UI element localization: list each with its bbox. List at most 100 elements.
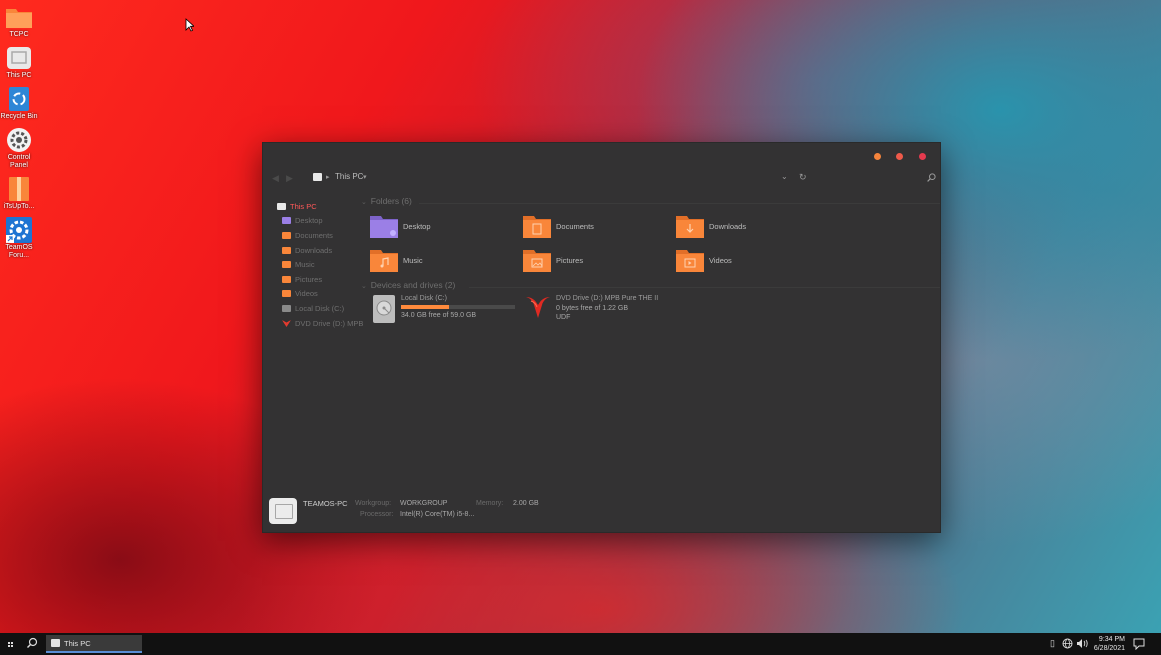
dvd-drive-icon	[282, 319, 291, 327]
desktop-icon-tcpc[interactable]: TCPC	[0, 4, 38, 39]
sidebar-item-label: DVD Drive (D:) MPB	[295, 318, 364, 328]
computer-name: TEAMOS-PC	[303, 499, 348, 508]
search-icon[interactable]	[927, 173, 936, 182]
desktop-icon-recycle-bin[interactable]: Recycle Bin	[0, 86, 38, 121]
folder-label: Pictures	[556, 255, 584, 265]
dvd-drive-icon	[526, 297, 550, 318]
downloads-folder-icon	[282, 246, 291, 254]
desktop-icon-label: Control Panel	[7, 154, 31, 169]
maximize-button[interactable]	[896, 153, 903, 160]
desktop-icon-control-panel[interactable]: Control Panel	[0, 127, 38, 170]
sidebar-item-label: Local Disk (C:)	[295, 303, 345, 313]
usb-icon[interactable]: ▯	[1050, 638, 1055, 649]
processor-label: Processor:	[360, 511, 394, 518]
folder-pictures[interactable]: Pictures	[522, 246, 672, 274]
divider	[469, 287, 940, 288]
folder-label: Documents	[556, 221, 594, 231]
videos-folder-icon	[676, 250, 704, 272]
sidebar-item-desktop[interactable]: Desktop	[277, 214, 367, 229]
chevron-down-icon: ⌄	[361, 283, 371, 290]
desktop-folder-icon	[282, 217, 291, 225]
desktop-icon-this-pc[interactable]: This PC	[0, 45, 38, 80]
clock-time: 9:34 PM	[1098, 636, 1125, 643]
pc-icon	[5, 45, 33, 71]
back-arrow-icon[interactable]: ◀	[272, 173, 279, 184]
settings-shortcut-icon	[5, 217, 33, 243]
sidebar-item-label: This PC	[290, 201, 317, 211]
sidebar-item-label: Desktop	[295, 216, 323, 226]
drives-header-label: Devices and drives (2)	[370, 280, 456, 290]
folder-videos[interactable]: Videos	[675, 246, 825, 274]
folder-documents[interactable]: Documents	[522, 212, 672, 240]
sidebar-item-label: Pictures	[295, 274, 323, 284]
sidebar-item-local-disk[interactable]: Local Disk (C:)	[277, 301, 367, 316]
close-button[interactable]	[919, 153, 926, 160]
taskbar: This PC ▯ 9:34 PM 6/28/2021	[0, 633, 1161, 655]
memory-value: 2.00 GB	[513, 500, 539, 507]
drive-free-space: 34.0 GB free of 59.0 GB	[401, 311, 477, 319]
desktop-icon-label: TCPC	[9, 31, 29, 38]
desktop-icon-teamos-forum[interactable]: TeamOS Foru...	[0, 217, 38, 260]
mouse-pointer-icon	[185, 18, 194, 32]
pictures-folder-icon	[282, 275, 291, 283]
documents-folder-icon	[282, 231, 291, 239]
chevron-right-icon[interactable]: ▸	[326, 173, 330, 181]
address-toolbar: ◀ ▶ ▸ This PC ▾ ⌄ ↻	[263, 171, 940, 187]
memory-label: Memory:	[476, 500, 504, 507]
folders-group-header[interactable]: ⌄ Folders (6)	[361, 196, 412, 206]
search-icon[interactable]	[26, 637, 38, 649]
pc-icon	[277, 202, 286, 210]
desktop-icon-label: iTsUpTo...	[3, 203, 35, 210]
forward-arrow-icon[interactable]: ▶	[286, 173, 293, 184]
folder-music[interactable]: Music	[369, 246, 519, 274]
volume-icon[interactable]	[1076, 638, 1088, 649]
folder-label: Videos	[709, 255, 732, 265]
pc-icon	[51, 639, 60, 647]
sidebar-item-music[interactable]: Music	[277, 257, 367, 272]
taskbar-app-this-pc[interactable]: This PC	[46, 635, 142, 653]
start-icon[interactable]	[5, 639, 16, 650]
sidebar-item-label: Documents	[295, 230, 333, 240]
workgroup-value: WORKGROUP	[400, 500, 448, 507]
sidebar-item-pictures[interactable]: Pictures	[277, 272, 367, 287]
sidebar-item-downloads[interactable]: Downloads	[277, 243, 367, 258]
title-bar[interactable]	[263, 143, 940, 169]
gear-icon	[5, 127, 33, 153]
processor-value: Intel(R) Core(TM) i5-8...	[400, 511, 475, 518]
minimize-button[interactable]	[874, 153, 881, 160]
clock[interactable]: 9:34 PM 6/28/2021	[1094, 635, 1125, 653]
folder-desktop[interactable]: Desktop	[369, 212, 519, 240]
pc-icon	[313, 173, 322, 181]
music-folder-icon	[282, 261, 291, 269]
sidebar-item-videos[interactable]: Videos	[277, 287, 367, 302]
notifications-icon[interactable]	[1133, 638, 1145, 650]
navigation-pane: This PC Desktop Documents Downloads Musi…	[277, 199, 367, 330]
clock-date: 6/28/2021	[1093, 645, 1125, 652]
sidebar-item-this-pc[interactable]: This PC	[277, 199, 367, 214]
drive-dvd[interactable]: DVD Drive (D:) MPB Pure THE II 0 bytes f…	[525, 294, 658, 323]
folder-label: Music	[403, 255, 423, 265]
sidebar-item-label: Downloads	[295, 245, 333, 255]
chevron-down-icon: ⌄	[361, 199, 371, 206]
recycle-bin-icon	[5, 86, 33, 112]
folder-icon	[5, 4, 33, 30]
divider	[419, 203, 940, 204]
folder-label: Downloads	[709, 221, 747, 231]
drive-name: DVD Drive (D:) MPB Pure THE II	[556, 295, 659, 302]
sidebar-item-dvd-drive[interactable]: DVD Drive (D:) MPB	[277, 316, 367, 331]
chevron-down-icon[interactable]: ▾	[363, 173, 367, 181]
refresh-icon[interactable]: ↻	[799, 172, 807, 183]
drive-local-disk[interactable]: Local Disk (C:) 34.0 GB free of 59.0 GB	[372, 294, 515, 324]
downloads-folder-icon	[676, 216, 704, 238]
hard-disk-icon	[282, 304, 291, 312]
dropdown-arrow-icon[interactable]: ⌄	[781, 172, 788, 181]
folder-downloads[interactable]: Downloads	[675, 212, 825, 240]
network-globe-icon[interactable]	[1062, 638, 1073, 649]
folder-label: Desktop	[403, 221, 431, 231]
desktop-icon-itsupto[interactable]: iTsUpTo...	[0, 176, 38, 211]
breadcrumb-this-pc[interactable]: This PC	[335, 172, 363, 181]
drives-group-header[interactable]: ⌄ Devices and drives (2)	[361, 280, 455, 290]
explorer-window[interactable]: ◀ ▶ ▸ This PC ▾ ⌄ ↻ This PC Desktop Docu…	[262, 142, 941, 533]
drive-free-space: 0 bytes free of 1.22 GB	[556, 304, 628, 312]
sidebar-item-documents[interactable]: Documents	[277, 228, 367, 243]
